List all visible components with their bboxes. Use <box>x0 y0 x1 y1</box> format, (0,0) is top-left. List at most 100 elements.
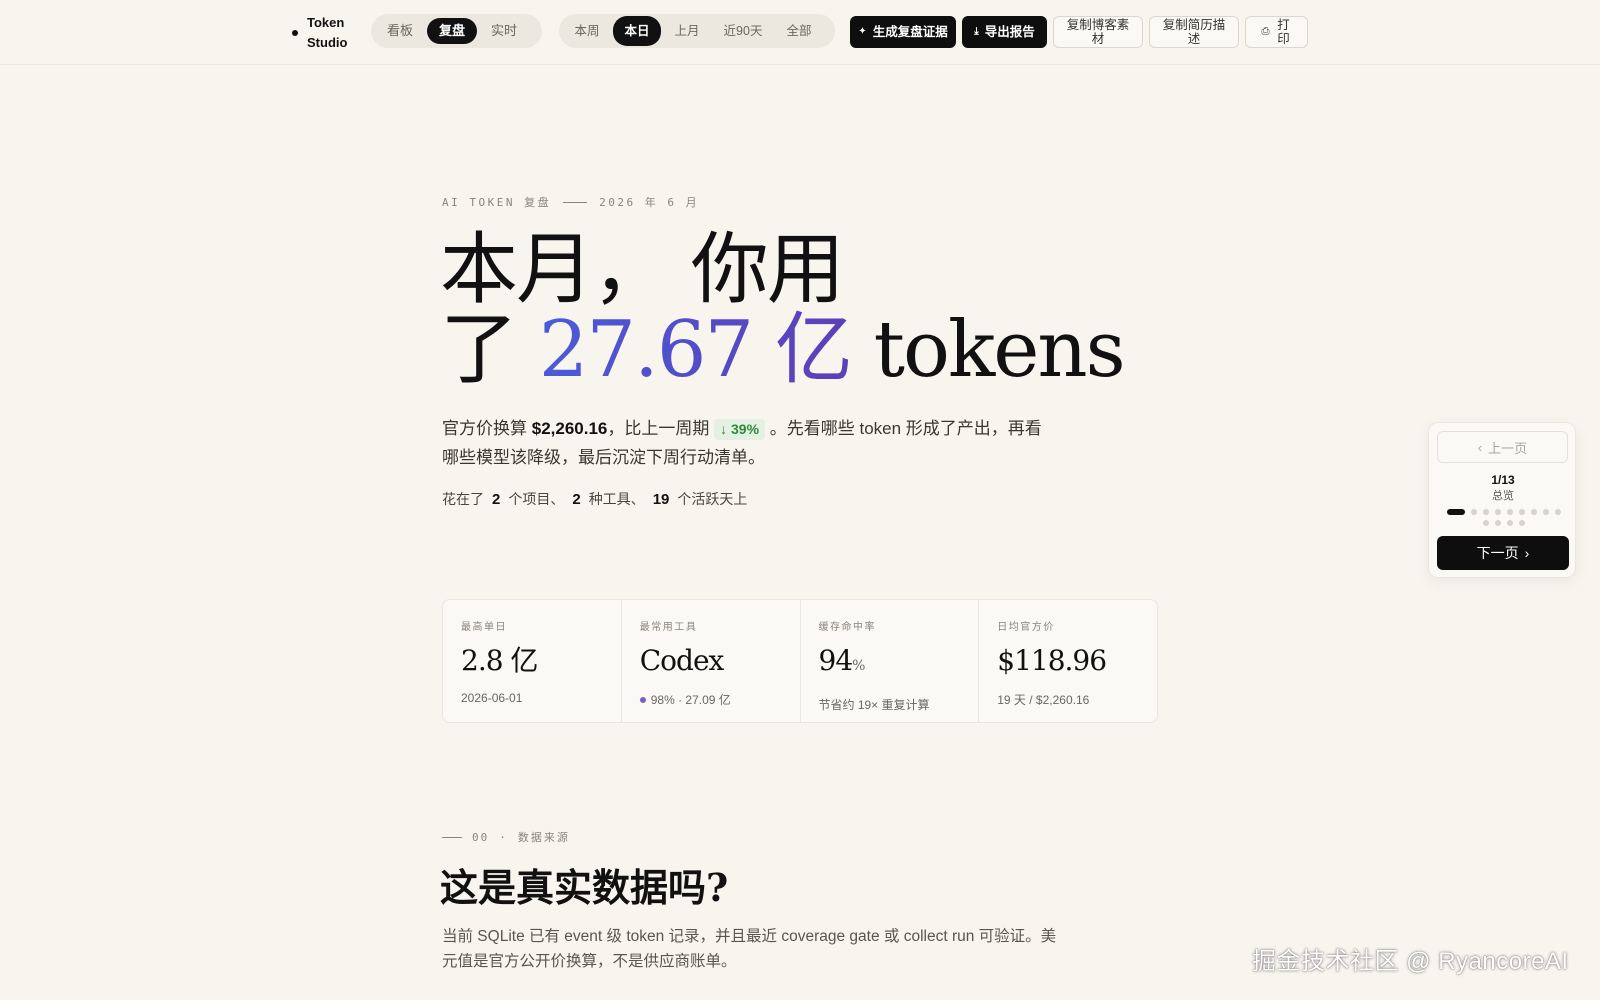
stat-value: 2.8 亿 <box>461 644 538 677</box>
prev-page-label: 上一页 <box>1488 440 1528 456</box>
page-dot[interactable] <box>1471 509 1477 515</box>
view-switcher: 看板 复盘 实时 <box>371 14 542 48</box>
stat-sub: 19 天 / $2,260.16 <box>997 693 1090 707</box>
page-dot[interactable] <box>1519 509 1525 515</box>
brand[interactable]: Token Studio <box>292 13 351 53</box>
current-section-name: 总览 <box>1492 490 1514 502</box>
section-divider <box>442 836 462 838</box>
stat-value: Codex <box>639 644 725 677</box>
stat-sub: 98% · 27.09 亿 <box>639 691 782 708</box>
print-label: 打印 <box>1277 18 1290 46</box>
watermark: 掘金技术社区 @ RyancoreAI <box>1252 948 1569 975</box>
copy-blog-button[interactable]: 复制博客素材 <box>1053 16 1143 48</box>
facts-projects: 2 <box>492 491 501 508</box>
stat-label: 最常用工具 <box>639 622 698 633</box>
chevron-left-icon: ‹ <box>1477 439 1483 455</box>
lede-amount: $2,260.16 <box>531 419 608 438</box>
range-switcher: 本周 本日 上月 近90天 全部 <box>559 14 835 48</box>
page-dot[interactable] <box>1447 509 1465 515</box>
stat-sub: 2026-06-01 <box>461 691 523 705</box>
section-separator: · <box>499 830 508 844</box>
range-last-month[interactable]: 上月 <box>663 16 711 46</box>
page-dot[interactable] <box>1555 509 1561 515</box>
usage-facts: 花在了 2 个项目、 2 种工具、 19 个活跃天上 <box>442 489 747 509</box>
facts-tools-unit: 种工具、 <box>588 491 645 507</box>
page-dot[interactable] <box>1495 509 1501 515</box>
section-kicker: 00 · 数据来源 <box>442 829 570 845</box>
kicker-right: 2026 年 6 月 <box>599 196 700 209</box>
top-bar: Token Studio 看板 复盘 实时 本周 本日 上月 近90天 全部 ✦… <box>0 0 1600 65</box>
hero-summary: 官方价换算 $2,260.16，比上一周期 ↓ 39% 。先看哪些 token … <box>442 414 1042 472</box>
stat-value-unit: % <box>852 658 865 674</box>
stats-panel: 最高单日 2.8 亿 2026-06-01 最常用工具 Codex 98% · … <box>442 599 1158 723</box>
kicker-left: AI TOKEN 复盘 <box>442 196 552 209</box>
stat-top-tool: 最常用工具 Codex 98% · 27.09 亿 <box>622 600 801 722</box>
facts-projects-unit: 个项目、 <box>508 491 565 507</box>
stat-value: $118.96 <box>997 644 1107 677</box>
stat-sub-text: 98% · 27.09 亿 <box>650 693 731 707</box>
copy-resume-button[interactable]: 复制简历描述 <box>1149 16 1239 48</box>
page-dot[interactable] <box>1507 509 1513 515</box>
section-number: 00 <box>472 830 490 844</box>
stat-label: 最高单日 <box>461 622 507 633</box>
range-90-days[interactable]: 近90天 <box>713 16 773 46</box>
stat-sub: 节省约 19× 重复计算 <box>818 698 930 712</box>
generate-evidence-label: 生成复盘证据 <box>872 25 948 39</box>
facts-days: 19 <box>652 491 670 508</box>
sparkle-icon: ✦ <box>858 26 867 37</box>
range-this-week[interactable]: 本周 <box>563 16 611 46</box>
page-dot[interactable] <box>1507 520 1513 526</box>
facts-days-unit: 个活跃天上 <box>677 491 748 507</box>
page-dot[interactable] <box>1483 520 1489 526</box>
next-page-label: 下一页 <box>1476 545 1519 561</box>
page-navigator: ‹ 上一页 1/13 总览 下一页 › <box>1428 422 1576 578</box>
stat-value: 94% <box>819 643 961 684</box>
headline-line1: 本月， 你用 <box>440 225 845 315</box>
range-all[interactable]: 全部 <box>775 16 823 46</box>
headline-pre: 了 <box>440 305 539 395</box>
facts-pre: 花在了 <box>442 491 484 507</box>
tab-realtime[interactable]: 实时 <box>479 18 529 44</box>
page-dot[interactable] <box>1483 509 1489 515</box>
tool-dot-icon <box>639 696 646 703</box>
tab-dashboard[interactable]: 看板 <box>375 18 425 44</box>
page-dot[interactable] <box>1531 509 1537 515</box>
section-name: 数据来源 <box>517 831 570 844</box>
next-page-button[interactable]: 下一页 › <box>1437 536 1569 570</box>
kicker-divider <box>563 201 588 203</box>
chevron-right-icon: › <box>1524 545 1530 561</box>
printer-icon: ⎙ <box>1261 26 1270 37</box>
lede-mid: ，比上一周期 <box>607 419 715 438</box>
delta-badge: ↓ 39% <box>714 419 766 440</box>
facts-tools: 2 <box>572 491 581 508</box>
section-body: 当前 SQLite 已有 event 级 token 记录，并且最近 cover… <box>442 928 1057 970</box>
stat-label: 缓存命中率 <box>818 622 876 633</box>
download-icon: ⤓ <box>974 26 979 37</box>
tab-review[interactable]: 复盘 <box>427 18 478 44</box>
lede-pre: 官方价换算 <box>442 419 532 438</box>
stat-peak-day: 最高单日 2.8 亿 2026-06-01 <box>443 600 622 722</box>
hero-kicker: AI TOKEN 复盘 2026 年 6 月 <box>442 194 699 210</box>
brand-dot-icon <box>292 30 298 36</box>
copy-resume-label: 复制简历描述 <box>1162 18 1226 46</box>
copy-blog-label: 复制博客素材 <box>1066 18 1130 46</box>
page-dot[interactable] <box>1495 520 1501 526</box>
generate-evidence-button[interactable]: ✦ 生成复盘证据 <box>850 16 956 48</box>
headline-post: tokens <box>850 305 1126 395</box>
page-title: 本月， 你用 了 27.67 亿 tokens <box>440 230 1126 390</box>
print-button[interactable]: ⎙ 打印 <box>1245 16 1308 48</box>
page-dot[interactable] <box>1519 520 1525 526</box>
page-dots <box>1445 509 1563 526</box>
export-report-button[interactable]: ⤓ 导出报告 <box>962 16 1047 48</box>
page-dot[interactable] <box>1543 509 1549 515</box>
page-counter: 1/13 <box>1491 473 1515 487</box>
stat-daily-cost: 日均官方价 $118.96 19 天 / $2,260.16 <box>979 600 1157 722</box>
export-report-label: 导出报告 <box>984 25 1035 39</box>
stat-label: 日均官方价 <box>997 622 1055 633</box>
headline-number: 27.67 亿 <box>538 305 853 395</box>
range-today[interactable]: 本日 <box>613 16 661 46</box>
prev-page-button[interactable]: ‹ 上一页 <box>1437 431 1568 463</box>
section-title: 这是真实数据吗? <box>440 865 729 910</box>
stat-value-number: 94 <box>818 644 854 677</box>
brand-name: Token Studio <box>307 15 348 50</box>
